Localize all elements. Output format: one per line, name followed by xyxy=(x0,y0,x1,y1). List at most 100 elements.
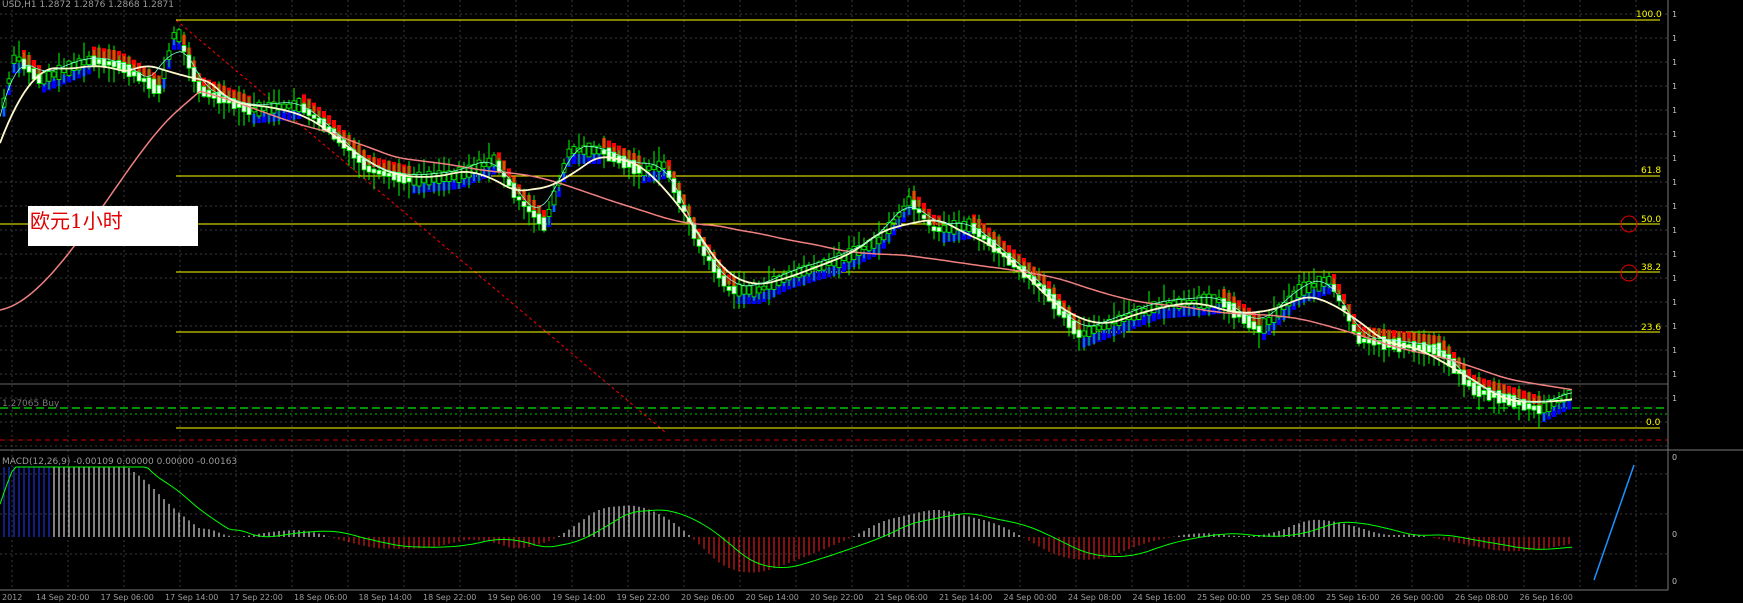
candle xyxy=(431,172,437,183)
candle xyxy=(1301,281,1307,296)
candle xyxy=(761,285,767,291)
time-axis-label: 24 Sep 00:00 xyxy=(1004,593,1057,602)
candle xyxy=(756,286,762,294)
candle xyxy=(426,170,432,186)
candle xyxy=(1316,275,1322,292)
fib-label-0: 0.0 xyxy=(1646,418,1661,428)
time-axis-label: 21 Sep 06:00 xyxy=(875,593,928,602)
trading-chart[interactable]: 100.0 61.8 50.0 38.2 23.6 0.0 MACD(12,26… xyxy=(0,0,1743,603)
candle xyxy=(416,171,422,187)
annotation-label[interactable]: 欧元1小时 xyxy=(28,206,198,246)
candle xyxy=(476,159,482,175)
candle xyxy=(1221,298,1227,308)
time-axis-label: 25 Sep 00:00 xyxy=(1197,593,1250,602)
candle xyxy=(536,213,542,225)
candle xyxy=(496,160,502,173)
candle xyxy=(46,71,52,82)
time-axis-label: 17 Sep 06:00 xyxy=(101,593,154,602)
candle xyxy=(386,172,392,177)
candle xyxy=(181,45,187,53)
candle xyxy=(281,103,287,110)
time-axis-label: 21 Sep 14:00 xyxy=(939,593,992,602)
time-axis-label: 17 Sep 22:00 xyxy=(230,593,283,602)
drawn-trendline[interactable] xyxy=(1593,464,1635,581)
candle xyxy=(1351,324,1357,332)
candle xyxy=(961,221,967,231)
candle xyxy=(161,69,167,80)
candle xyxy=(1251,321,1257,330)
candle xyxy=(731,285,737,295)
price-tick-label: 1 xyxy=(1672,58,1677,67)
candle xyxy=(101,58,107,67)
candle xyxy=(1211,294,1217,307)
macd-tick-label: 0 xyxy=(1672,577,1677,586)
candle xyxy=(876,236,882,245)
macd-tick-label: 0 xyxy=(1672,530,1677,539)
candle xyxy=(521,200,527,208)
fib-label-50: 50.0 xyxy=(1641,215,1661,225)
candle xyxy=(861,245,867,251)
chart-canvas[interactable]: 100.0 61.8 50.0 38.2 23.6 0.0 MACD(12,26… xyxy=(0,0,1743,603)
time-axis: 2012 14 Sep 20:00 17 Sep 06:00 17 Sep 14:00… xyxy=(2,593,1573,602)
time-axis-label: 18 Sep 06:00 xyxy=(294,593,347,602)
time-axis-label: 14 Sep 20:00 xyxy=(36,593,89,602)
candle xyxy=(106,60,112,66)
macd-tick-label: 0 xyxy=(1672,453,1677,462)
candle xyxy=(736,283,742,297)
macd-axis: 0 0 0 xyxy=(1672,453,1677,586)
price-tick-label: 1 xyxy=(1672,10,1677,19)
candle xyxy=(41,72,47,85)
candle xyxy=(671,178,677,193)
candle xyxy=(81,59,87,66)
candle xyxy=(191,67,197,82)
price-tick-label: 1 xyxy=(1672,298,1677,307)
candle xyxy=(366,165,372,173)
candle xyxy=(381,170,387,177)
candle xyxy=(56,64,62,80)
candle xyxy=(566,148,572,158)
candle xyxy=(931,226,937,232)
candlestick-series xyxy=(1,26,1572,429)
price-tick-label: 1 xyxy=(1672,130,1677,139)
time-axis-label: 18 Sep 22:00 xyxy=(423,593,476,602)
candle xyxy=(1311,283,1317,288)
candle xyxy=(146,77,152,90)
candle xyxy=(11,54,17,64)
fibonacci-retracement[interactable]: 100.0 61.8 50.0 38.2 23.6 0.0 xyxy=(0,10,1662,433)
candle xyxy=(301,103,307,114)
candle xyxy=(1461,369,1467,386)
candle xyxy=(291,100,297,111)
time-axis-label: 19 Sep 22:00 xyxy=(617,593,670,602)
current-level-label: 1.27065 Buy xyxy=(2,399,60,409)
fib-marker-38-2 xyxy=(1620,264,1638,282)
time-axis-label: 2012 xyxy=(2,593,22,602)
candle xyxy=(171,32,177,40)
candle xyxy=(1096,325,1102,331)
price-tick-label: 1 xyxy=(1672,202,1677,211)
time-axis-label: 18 Sep 14:00 xyxy=(359,593,412,602)
time-axis-label: 20 Sep 22:00 xyxy=(810,593,863,602)
price-tick-label: 1 xyxy=(1672,154,1677,163)
candle xyxy=(1476,385,1482,398)
candle xyxy=(286,103,292,109)
candle xyxy=(156,84,162,94)
candle xyxy=(1261,318,1267,334)
price-tick-label: 1 xyxy=(1672,346,1677,355)
macd-histogram xyxy=(3,467,1570,573)
candle xyxy=(1201,293,1207,309)
candle xyxy=(1326,276,1332,285)
time-axis-label: 25 Sep 08:00 xyxy=(1262,593,1315,602)
candle xyxy=(1081,330,1087,337)
price-tick-label: 1 xyxy=(1672,34,1677,43)
time-axis-label: 26 Sep 00:00 xyxy=(1391,593,1444,602)
candle xyxy=(1366,338,1372,344)
chart-grid xyxy=(0,0,1668,590)
candle xyxy=(551,190,557,206)
fib-label-61-8: 61.8 xyxy=(1641,166,1661,176)
candle xyxy=(1091,325,1097,334)
fib-label-100: 100.0 xyxy=(1636,10,1662,20)
candle xyxy=(1056,300,1062,316)
time-axis-label: 19 Sep 14:00 xyxy=(552,593,605,602)
candle xyxy=(141,77,147,83)
candle xyxy=(721,275,727,287)
